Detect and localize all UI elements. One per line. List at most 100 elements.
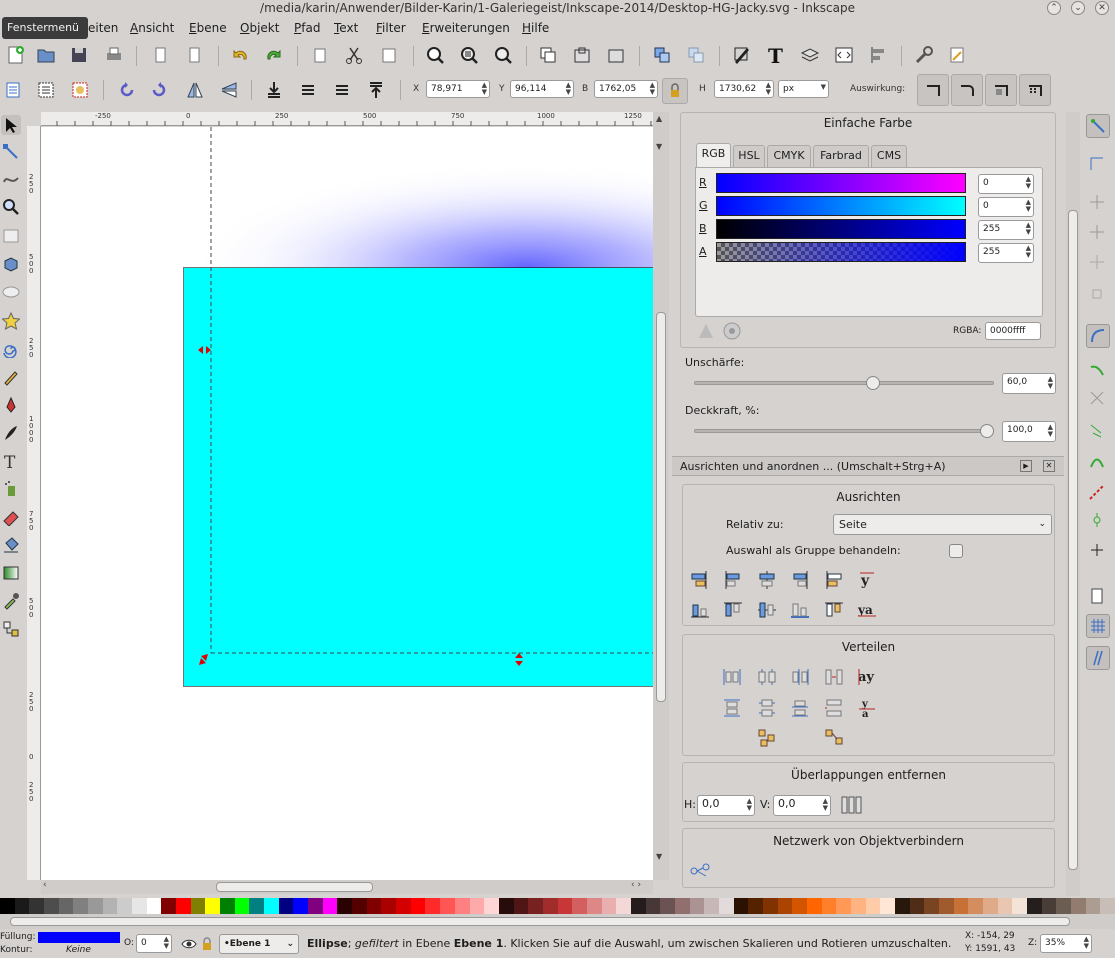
preferences-icon[interactable]	[913, 44, 935, 66]
gradient-tool-icon[interactable]	[1, 563, 21, 583]
palette-swatch[interactable]	[396, 898, 411, 914]
palette-swatch[interactable]	[924, 898, 939, 914]
palette-swatch[interactable]	[308, 898, 323, 914]
palette-swatch[interactable]	[733, 898, 749, 914]
palette-swatch[interactable]	[601, 898, 617, 914]
scroll-right-icon[interactable]: ‹ ›	[631, 880, 641, 890]
selector-tool-icon[interactable]	[1, 115, 21, 135]
palette-swatch[interactable]	[440, 898, 455, 914]
snap-paths-icon[interactable]	[1087, 358, 1107, 378]
lower-to-bottom-icon[interactable]	[263, 79, 285, 101]
flip-horizontal-icon[interactable]	[184, 79, 206, 101]
maximize-button[interactable]: ⌄	[1071, 1, 1085, 15]
scale-corners-toggle[interactable]	[951, 74, 983, 106]
palette-swatch[interactable]	[44, 898, 59, 914]
pen-tool-icon[interactable]	[1, 395, 21, 415]
center-vertical-axis-icon[interactable]	[756, 569, 778, 591]
distribute-baselines-vertical-icon[interactable]: ya	[856, 697, 878, 720]
minimize-button[interactable]: ⌃	[1047, 1, 1061, 15]
palette-swatch[interactable]	[88, 898, 103, 914]
palette-swatch[interactable]	[190, 898, 206, 914]
palette-swatch[interactable]	[968, 898, 984, 914]
palette-swatch[interactable]	[939, 898, 954, 914]
scale-stroke-toggle[interactable]	[917, 74, 949, 106]
fill-stroke-icon[interactable]	[731, 44, 753, 66]
select-all-icon[interactable]	[2, 79, 24, 101]
align-top-edges-icon[interactable]	[722, 599, 744, 621]
tab-farbrad[interactable]: Farbrad	[813, 145, 869, 167]
rectangle-tool-icon[interactable]	[1, 226, 21, 246]
group-icon[interactable]	[571, 44, 593, 66]
palette-swatch[interactable]	[264, 898, 279, 914]
palette-swatch[interactable]	[777, 898, 793, 914]
eraser-tool-icon[interactable]	[1, 507, 21, 527]
palette-swatch[interactable]	[572, 898, 587, 914]
distribute-baselines-horizontal-icon[interactable]: ay	[856, 666, 878, 688]
raise-icon[interactable]	[331, 79, 353, 101]
import-button[interactable]	[150, 44, 172, 66]
close-dialog-icon[interactable]: ✕	[1043, 460, 1055, 472]
palette-swatch[interactable]	[352, 898, 367, 914]
palette-swatch[interactable]	[58, 898, 74, 914]
distribute-centers-horizontal-icon[interactable]	[756, 666, 778, 688]
menu-objekt[interactable]: Objekt	[240, 21, 279, 36]
lock-icon[interactable]	[200, 936, 214, 952]
align-distribute-icon[interactable]	[867, 44, 889, 66]
arrange-connector-network-icon[interactable]	[689, 860, 711, 882]
zoom-selection-icon[interactable]	[424, 44, 446, 66]
star-tool-icon[interactable]	[1, 311, 21, 331]
layers-icon[interactable]	[799, 44, 821, 66]
channel-g-input[interactable]: 0 ▲ ▼	[978, 197, 1034, 217]
palette-swatch[interactable]	[660, 898, 675, 914]
fill-swatch[interactable]	[38, 932, 120, 943]
palette-swatch[interactable]	[674, 898, 690, 914]
menu-hilfe[interactable]: Hilfe	[522, 21, 549, 36]
align-bottom-edges-icon[interactable]	[789, 599, 811, 621]
align-baseline-vertical-icon[interactable]: ya	[856, 599, 878, 621]
height-input[interactable]: 1730,62 ▲ ▼	[714, 80, 774, 98]
remove-overlaps-icon[interactable]	[840, 794, 862, 816]
palette-swatch[interactable]	[909, 898, 925, 914]
xml-editor-icon[interactable]	[833, 44, 855, 66]
raise-to-top-icon[interactable]	[365, 79, 387, 101]
align-left-edges-icon[interactable]	[722, 569, 744, 591]
menu-pfad[interactable]: Pfad	[294, 21, 320, 36]
palette-swatch[interactable]	[205, 898, 221, 914]
align-right-edges-icon[interactable]	[789, 569, 811, 591]
tab-hsl[interactable]: HSL	[733, 145, 765, 167]
palette-swatch[interactable]	[337, 898, 353, 914]
x-input[interactable]: 78,971 ▲ ▼	[426, 80, 490, 98]
stroke-value[interactable]: Keine	[66, 945, 91, 955]
palette-swatch[interactable]	[249, 898, 265, 914]
palette-swatch[interactable]	[132, 898, 147, 914]
palette-swatch[interactable]	[102, 898, 118, 914]
channel-g-slider[interactable]	[716, 196, 966, 216]
palette-swatch[interactable]	[1071, 898, 1086, 914]
color-managed-icon[interactable]	[696, 321, 718, 341]
overlap-v-input[interactable]: 0,0 ▲ ▼	[773, 795, 831, 816]
palette-swatch[interactable]	[880, 898, 895, 914]
connector-tool-icon[interactable]	[1, 619, 21, 639]
palette-swatch[interactable]	[689, 898, 705, 914]
palette-swatch[interactable]	[616, 898, 631, 914]
unlink-clone-icon[interactable]	[685, 44, 707, 66]
zoom-page-icon[interactable]	[492, 44, 514, 66]
palette-swatch[interactable]	[983, 898, 998, 914]
palette-swatch[interactable]	[176, 898, 191, 914]
snap-smooth-nodes-icon[interactable]	[1087, 452, 1107, 472]
snap-intersections-icon[interactable]	[1087, 388, 1107, 408]
text-tool-icon[interactable]: T	[1, 451, 21, 471]
palette-swatch[interactable]	[0, 898, 15, 914]
palette-swatch[interactable]	[498, 898, 514, 914]
center-horizontal-axis-icon[interactable]	[756, 599, 778, 621]
save-button[interactable]	[68, 44, 90, 66]
palette-swatch[interactable]	[484, 898, 499, 914]
pencil-tool-icon[interactable]	[1, 367, 21, 387]
spiral-tool-icon[interactable]	[1, 339, 21, 359]
text-font-icon[interactable]: T	[765, 44, 787, 66]
tab-cms[interactable]: CMS	[871, 145, 907, 167]
menu-ebene[interactable]: Ebene	[189, 21, 227, 36]
spray-tool-icon[interactable]	[1, 479, 21, 499]
palette-swatch[interactable]	[865, 898, 881, 914]
palette-swatch[interactable]	[14, 898, 30, 914]
